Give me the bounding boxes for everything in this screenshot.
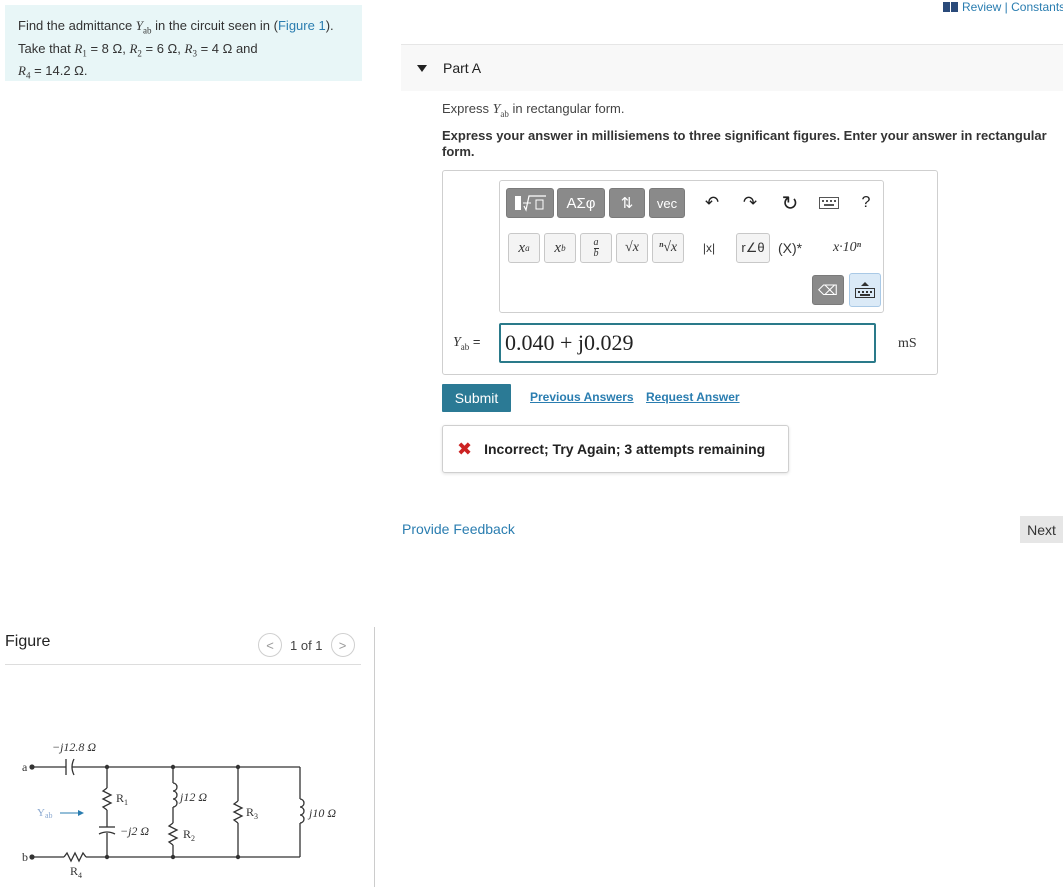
undo-icon[interactable]: ↶ [698,189,726,217]
problem-line-1: Find the admittance Yab in the circuit s… [18,18,334,36]
templates-button[interactable] [506,188,554,218]
help-icon[interactable]: ? [852,189,880,217]
subscript-button[interactable]: xb [544,233,576,263]
incorrect-icon: ✖ [457,438,473,459]
keyboard-toggle-icon [855,282,875,298]
answer-label: Yab = [453,334,481,352]
ind1-label: j12 Ω [178,790,207,804]
templates-icon [515,195,546,212]
cap-top-label: −j12.8 Ω [52,740,96,754]
column-divider [374,627,375,887]
figure-page-count: 1 of 1 [290,637,323,653]
node-a-label: a [22,760,28,774]
yab-label-fig: Yab [37,807,53,820]
redo-icon[interactable]: ↷ [736,189,764,217]
r3-label: R3 [246,805,258,821]
next-button[interactable]: Next [1020,516,1063,543]
nth-root-button[interactable]: ⁿ√x [652,233,684,263]
math-toolbar: ΑΣφ ⇅ vec ↶ ↷ ↻ ? xa xb ab √x ⁿ√x |x| r∠… [499,180,884,313]
book-icon [943,2,958,12]
figure-link[interactable]: Figure 1 [278,18,326,33]
sci-notation-button[interactable]: x·10ⁿ [815,233,879,263]
cap-mid-label: −j2 Ω [120,824,149,838]
arrows-button[interactable]: ⇅ [609,188,645,218]
previous-answers-link[interactable]: Previous Answers [530,390,634,404]
superscript-button[interactable]: xa [508,233,540,263]
submit-button[interactable]: Submit [442,384,511,412]
provide-feedback-link[interactable]: Provide Feedback [402,521,515,537]
figure-next-button[interactable]: > [330,633,355,657]
answer-panel: ΑΣφ ⇅ vec ↶ ↷ ↻ ? xa xb ab √x ⁿ√x |x| r∠… [442,170,938,375]
figure-pager: < 1 of 1 > [258,633,355,657]
figure-prev-button[interactable]: < [258,633,282,657]
instruction-form: Express Yab in rectangular form. [442,101,625,119]
r1-label: R1 [116,791,128,807]
abs-button[interactable]: |x| [693,233,725,263]
keyboard-icon-graphic [819,197,839,209]
sqrt-button[interactable]: √x [616,233,648,263]
part-a-header[interactable]: Part A [401,44,1063,91]
circuit-diagram: −j12.8 Ω a b Yab R1 −j2 Ω j12 Ω R2 R3 j1… [22,740,336,880]
part-title: Part A [443,60,482,76]
problem-line-3: R4 = 14.2 Ω. [18,63,88,81]
ind2-label: j10 Ω [307,806,336,820]
polar-button[interactable]: r∠θ [736,233,770,263]
figure-divider [5,664,361,665]
problem-statement: Find the admittance Yab in the circuit s… [5,5,362,81]
keyboard-toggle-button[interactable] [849,273,881,307]
r2-label: R2 [183,827,195,843]
backspace-button[interactable]: ⌫ [812,275,844,305]
reset-icon[interactable]: ↻ [776,189,804,217]
vec-button[interactable]: vec [649,188,685,218]
conjugate-button[interactable]: (X)* [773,233,807,263]
request-answer-link[interactable]: Request Answer [646,390,740,404]
fraction-button[interactable]: ab [580,233,612,263]
review-constants-link[interactable]: Review | Constants [943,0,1063,14]
feedback-text: Incorrect; Try Again; 3 attempts remaini… [484,441,766,457]
greek-button[interactable]: ΑΣφ [557,188,605,218]
keyboard-icon[interactable] [816,193,842,213]
instruction-units: Express your answer in millisiemens to t… [442,128,1047,159]
answer-input[interactable]: 0.040 + j0.029 [499,323,876,363]
figure-title: Figure [5,633,51,650]
node-b-label: b [22,850,28,864]
feedback-message: ✖ Incorrect; Try Again; 3 attempts remai… [442,425,789,473]
r4-label: R4 [70,864,82,880]
problem-line-2: Take that R1 = 8 Ω, R2 = 6 Ω, R3 = 4 Ω a… [18,40,258,59]
collapse-arrow-icon[interactable] [417,64,427,72]
unit-label: mS [898,336,917,351]
